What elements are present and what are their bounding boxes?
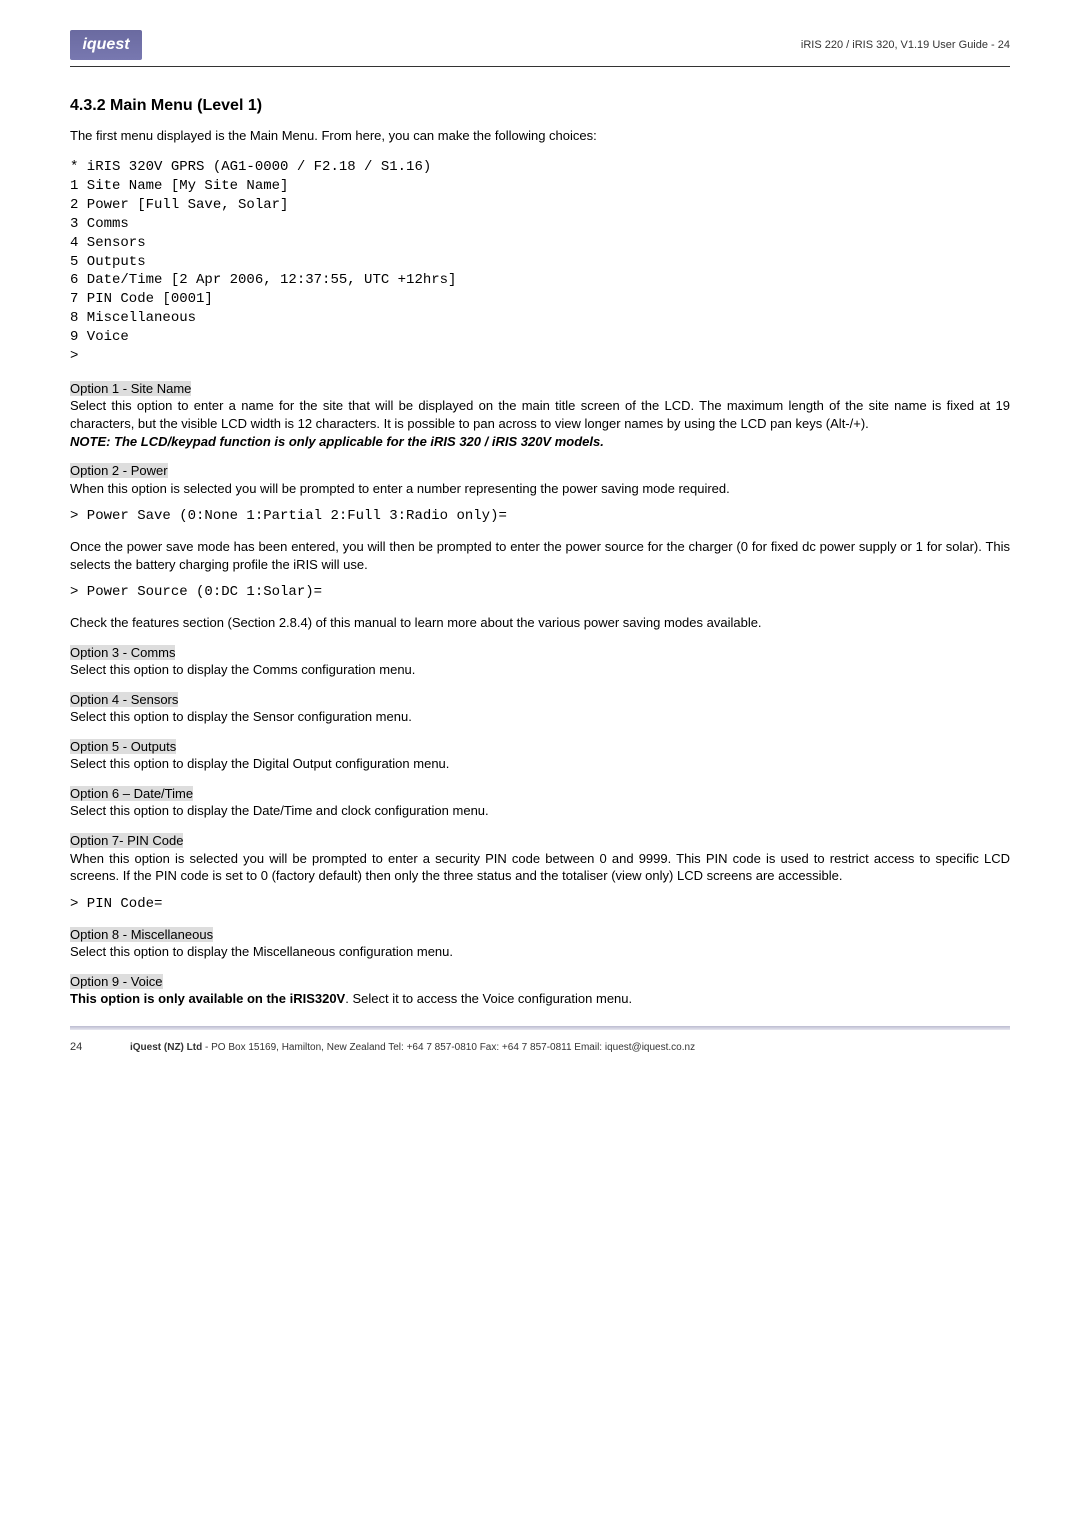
option-6-body: Select this option to display the Date/T… [70, 803, 489, 818]
option-2-code1: > Power Save (0:None 1:Partial 2:Full 3:… [70, 507, 1010, 526]
footer-company: iQuest (NZ) Ltd [130, 1042, 202, 1053]
option-8-title: Option 8 - Miscellaneous [70, 927, 213, 942]
option-9-rest: . Select it to access the Voice configur… [345, 991, 632, 1006]
option-7-body: When this option is selected you will be… [70, 850, 1010, 885]
option-9-bold: This option is only available on the iRI… [70, 991, 345, 1006]
option-9-block: Option 9 - Voice This option is only ava… [70, 973, 1010, 1008]
option-3-body: Select this option to display the Comms … [70, 662, 415, 677]
option-1-title: Option 1 - Site Name [70, 381, 191, 396]
page-header: iquest iRIS 220 / iRIS 320, V1.19 User G… [70, 30, 1010, 60]
option-2-body2: Once the power save mode has been entere… [70, 538, 1010, 573]
option-3-title: Option 3 - Comms [70, 645, 175, 660]
option-1-note: NOTE: The LCD/keypad function is only ap… [70, 434, 604, 449]
option-5-block: Option 5 - Outputs Select this option to… [70, 738, 1010, 773]
option-4-title: Option 4 - Sensors [70, 692, 178, 707]
option-9-title: Option 9 - Voice [70, 974, 163, 989]
header-rule [70, 66, 1010, 67]
menu-listing: * iRIS 320V GPRS (AG1-0000 / F2.18 / S1.… [70, 158, 1010, 366]
option-1-body: Select this option to enter a name for t… [70, 397, 1010, 432]
option-8-block: Option 8 - Miscellaneous Select this opt… [70, 926, 1010, 961]
page-footer: 24 iQuest (NZ) Ltd - PO Box 15169, Hamil… [70, 1040, 1010, 1055]
footer-rule [70, 1026, 1010, 1030]
option-5-body: Select this option to display the Digita… [70, 756, 449, 771]
option-8-body: Select this option to display the Miscel… [70, 944, 453, 959]
option-6-title: Option 6 – Date/Time [70, 786, 193, 801]
footer-page-number: 24 [70, 1040, 130, 1055]
option-6-block: Option 6 – Date/Time Select this option … [70, 785, 1010, 820]
logo: iquest [70, 30, 142, 60]
option-2-block: Option 2 - Power When this option is sel… [70, 462, 1010, 632]
footer-text: iQuest (NZ) Ltd - PO Box 15169, Hamilton… [130, 1041, 695, 1055]
option-2-code2: > Power Source (0:DC 1:Solar)= [70, 583, 1010, 602]
option-7-block: Option 7- PIN Code When this option is s… [70, 832, 1010, 914]
section-title: 4.3.2 Main Menu (Level 1) [70, 95, 1010, 117]
option-3-block: Option 3 - Comms Select this option to d… [70, 644, 1010, 679]
option-4-body: Select this option to display the Sensor… [70, 709, 412, 724]
intro-text: The first menu displayed is the Main Men… [70, 127, 1010, 145]
option-2-body3: Check the features section (Section 2.8.… [70, 614, 1010, 632]
header-page-info: iRIS 220 / iRIS 320, V1.19 User Guide - … [801, 30, 1010, 53]
footer-rest: - PO Box 15169, Hamilton, New Zealand Te… [202, 1042, 695, 1053]
option-7-title: Option 7- PIN Code [70, 833, 183, 848]
option-7-code: > PIN Code= [70, 895, 1010, 914]
option-2-title: Option 2 - Power [70, 463, 168, 478]
option-5-title: Option 5 - Outputs [70, 739, 176, 754]
option-2-body1: When this option is selected you will be… [70, 480, 1010, 498]
option-4-block: Option 4 - Sensors Select this option to… [70, 691, 1010, 726]
option-1-block: Option 1 - Site Name Select this option … [70, 380, 1010, 450]
